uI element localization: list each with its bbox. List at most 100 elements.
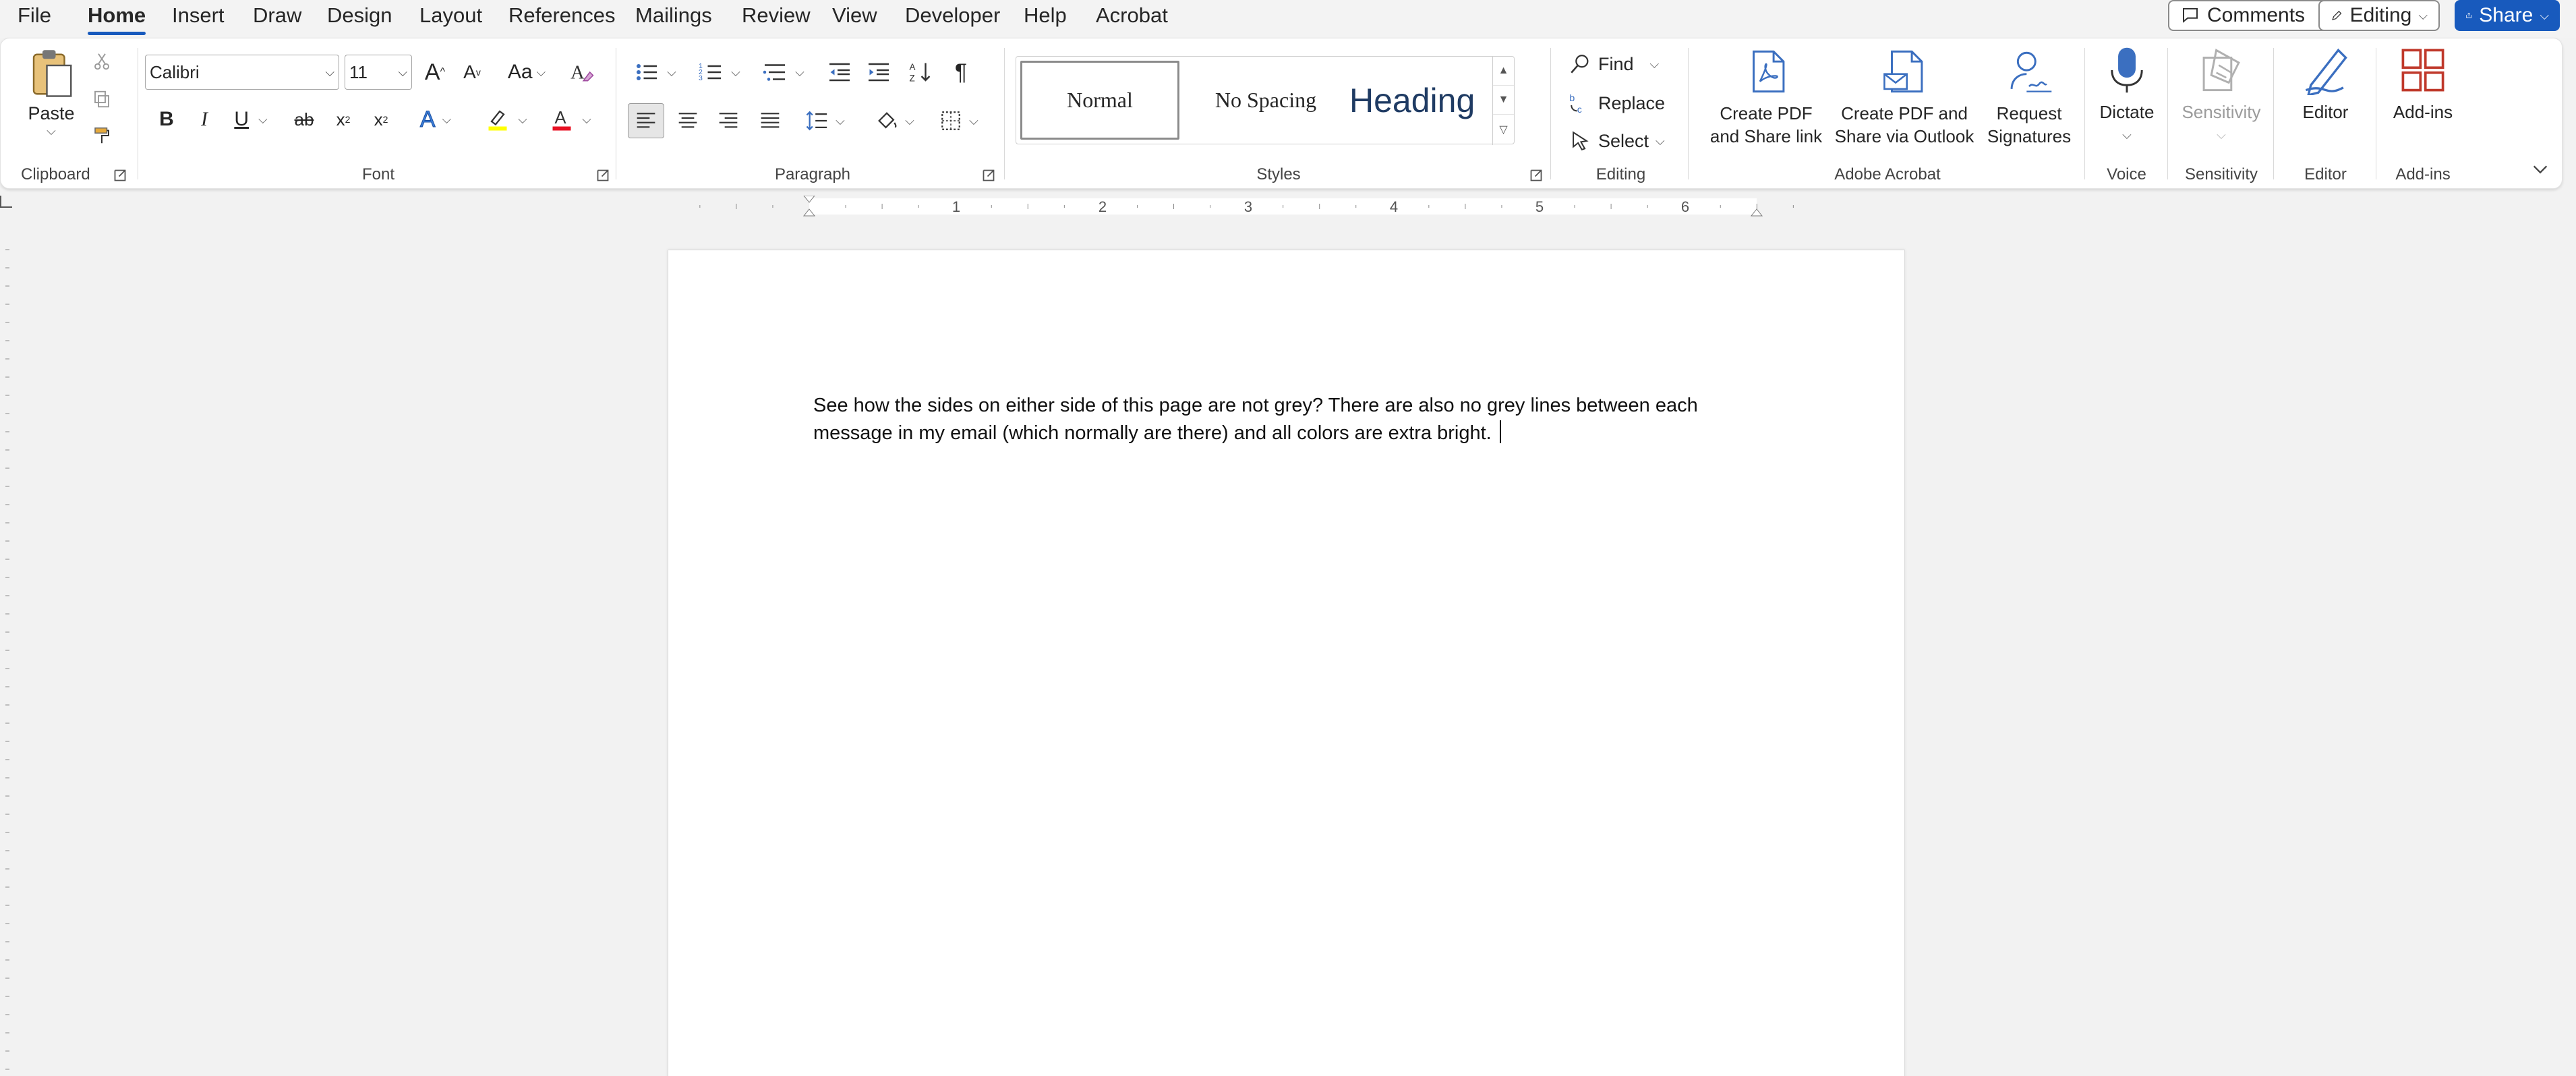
create-pdf-share-outlook-button[interactable]: Create PDF and Share via Outlook (1830, 47, 1979, 148)
underline-icon: U (234, 108, 249, 130)
tab-acrobat[interactable]: Acrobat (1096, 0, 1168, 38)
chevron-down-icon: ⌵ (905, 113, 914, 128)
tab-layout[interactable]: Layout (419, 0, 482, 38)
format-painter-icon[interactable] (88, 122, 115, 149)
editing-mode-button[interactable]: Editing ⌵ (2318, 0, 2440, 31)
font-size-dropdown[interactable]: 11 ⌵ (345, 55, 412, 90)
chevron-down-icon: ⌵ (1649, 57, 1660, 71)
highlight-button[interactable]: ⌵ (479, 103, 533, 136)
tab-review[interactable]: Review (742, 0, 811, 38)
cursor-icon (1573, 131, 1589, 150)
chevron-down-icon: ⌵ (442, 112, 452, 126)
paste-button[interactable]: Paste ⌵ (24, 48, 78, 149)
bold-icon[interactable]: B (152, 103, 181, 136)
sort-icon[interactable]: AZ (904, 56, 937, 88)
horizontal-ruler: 1 2 3 4 5 6 (664, 196, 1895, 217)
align-right-icon[interactable] (710, 103, 747, 138)
increase-indent-icon[interactable] (862, 56, 895, 88)
dialog-launcher-icon[interactable] (1530, 169, 1542, 181)
underline-button[interactable]: U ⌵ (227, 103, 274, 136)
line-spacing-button[interactable]: ⌵ (796, 103, 854, 138)
justify-icon[interactable] (752, 103, 788, 138)
tab-developer[interactable]: Developer (905, 0, 1000, 38)
tab-view[interactable]: View (832, 0, 877, 38)
editing-group-label: Editing (1596, 165, 1646, 183)
pdf-outlook-icon (1883, 50, 1923, 93)
voice-group: Dictate ⌵ Voice (2088, 38, 2165, 190)
chevron-down-icon: ⌵ (2122, 128, 2132, 142)
shrink-font-icon[interactable]: Av (456, 56, 488, 88)
clear-formatting-icon[interactable]: A (564, 56, 599, 88)
select-button[interactable]: Select ⌵ (1569, 125, 1665, 157)
editor-button[interactable]: Editor (2283, 45, 2368, 123)
comments-label: Comments (2207, 4, 2306, 26)
group-separator (1688, 48, 1689, 179)
multilevel-list-button[interactable]: ⌵ (755, 56, 813, 88)
create-pdf-share-link-button[interactable]: Create PDF and Share link (1705, 47, 1827, 148)
copy-icon[interactable] (88, 86, 115, 113)
tab-insert[interactable]: Insert (172, 0, 225, 38)
strikethrough-icon[interactable]: ab (289, 103, 319, 136)
font-color-button[interactable]: A ⌵ (544, 103, 597, 136)
document-line-last: message in my email (which normally are … (813, 420, 1771, 447)
document-body[interactable]: See how the sides on either side of this… (813, 392, 1771, 447)
show-formatting-marks-icon[interactable]: ¶ (945, 56, 977, 88)
italic-icon[interactable]: I (189, 103, 219, 136)
tab-file[interactable]: File (18, 0, 51, 38)
chevron-down-icon: ⌵ (969, 113, 978, 128)
dictate-button[interactable]: Dictate ⌵ (2093, 45, 2161, 146)
replace-button[interactable]: bc Replace (1569, 87, 1665, 119)
dialog-launcher-icon[interactable] (983, 169, 995, 181)
chevron-down-icon: ⌵ (325, 65, 334, 79)
tab-references[interactable]: References (508, 0, 616, 38)
paint-bucket-icon (878, 112, 897, 129)
font-group-label: Font (361, 165, 395, 183)
svg-text:A: A (910, 62, 916, 72)
text-effects-button[interactable]: A ⌵ (412, 103, 459, 136)
tab-mailings[interactable]: Mailings (635, 0, 712, 38)
addins-group: Add-ins Add-ins (2379, 38, 2467, 190)
tab-design[interactable]: Design (327, 0, 392, 38)
sensitivity-button[interactable]: Sensitivity ⌵ (2174, 45, 2268, 146)
addins-button[interactable]: Add-ins (2382, 45, 2463, 123)
tab-home[interactable]: Home (88, 0, 146, 38)
signature-icon (2010, 51, 2052, 92)
ribbon: Paste ⌵ Clipboard Calibri ⌵ 11 ⌵ A ^ Av A… (0, 38, 2563, 189)
align-center-icon[interactable] (670, 103, 706, 138)
tab-help[interactable]: Help (1024, 0, 1067, 38)
bullets-button[interactable]: ⌵ (626, 56, 684, 88)
subscript-icon[interactable]: x2 (328, 103, 358, 136)
create-pdf-share-outlook-line2: Share via Outlook (1834, 126, 1974, 146)
cut-icon[interactable] (88, 48, 115, 75)
font-family-dropdown[interactable]: Calibri ⌵ (145, 55, 339, 90)
align-left-icon[interactable] (628, 103, 664, 138)
svg-text:b: b (1569, 93, 1575, 104)
share-button[interactable]: Share ⌵ (2455, 0, 2560, 31)
numbering-button[interactable]: 123 ⌵ (691, 56, 749, 88)
select-label: Select (1598, 130, 1649, 151)
superscript-icon[interactable]: x2 (366, 103, 396, 136)
change-case-button[interactable]: Aa ⌵ (500, 56, 554, 88)
shading-button[interactable]: ⌵ (866, 103, 924, 138)
find-button[interactable]: Find ⌵ (1569, 48, 1659, 80)
tab-draw[interactable]: Draw (253, 0, 301, 38)
decrease-indent-icon[interactable] (823, 56, 856, 88)
group-separator (2084, 48, 2085, 179)
request-signatures-line1: Request (1996, 103, 2062, 123)
request-signatures-button[interactable]: Request Signatures (1979, 47, 2080, 148)
sensitivity-group-label: Sensitivity (2184, 165, 2258, 183)
borders-button[interactable]: ⌵ (930, 103, 988, 138)
dialog-launcher-icon[interactable] (597, 169, 609, 181)
chevron-down-icon: ⌵ (2540, 8, 2549, 22)
voice-group-label: Voice (2107, 165, 2146, 183)
group-separator (1550, 48, 1551, 179)
ruler-number: 4 (1390, 198, 1398, 215)
tab-selector-icon[interactable] (0, 196, 12, 208)
grow-font-icon[interactable]: A ^ (419, 56, 451, 88)
replace-label: Replace (1598, 92, 1666, 113)
ribbon-expand-icon[interactable] (2531, 160, 2550, 179)
chevron-down-icon: ⌵ (536, 65, 546, 79)
document-page[interactable]: See how the sides on either side of this… (668, 250, 1905, 1076)
dialog-launcher-icon[interactable] (114, 169, 126, 181)
group-separator (1004, 48, 1005, 179)
